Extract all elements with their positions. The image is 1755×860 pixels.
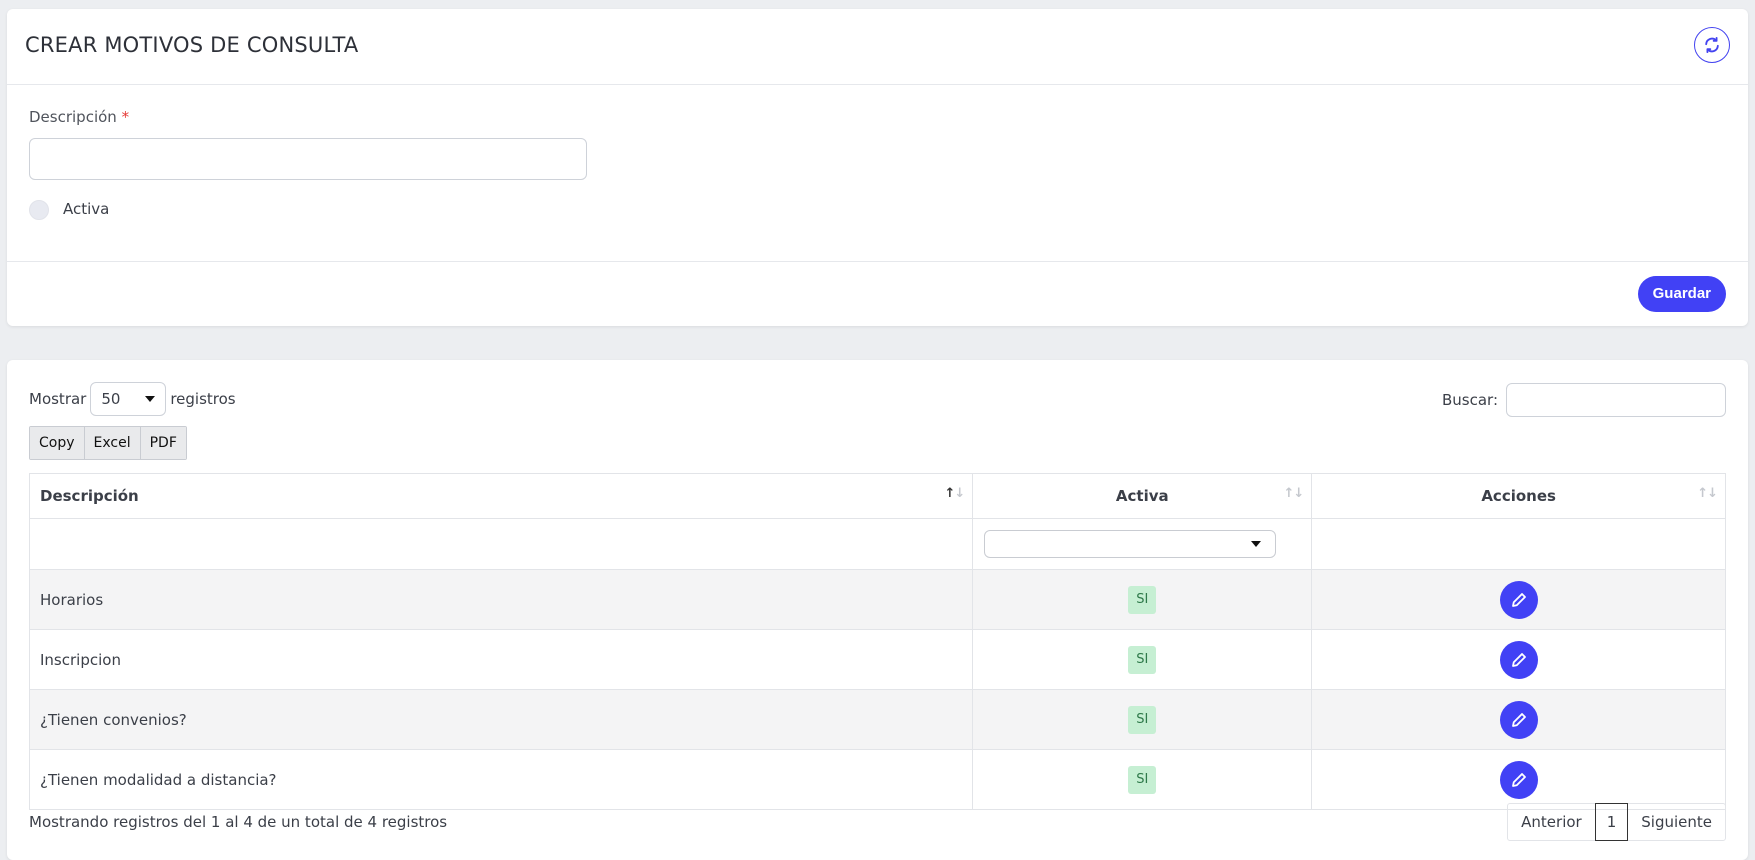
- table-row: ¿Tienen modalidad a distancia? SI: [28, 749, 1726, 810]
- chevron-down-icon: [145, 396, 156, 402]
- page-length-select[interactable]: 50: [90, 382, 167, 416]
- column-header-label: Descripción: [40, 487, 139, 505]
- column-header-activa[interactable]: Activa ↑↓: [972, 473, 1313, 519]
- status-badge: SI: [1128, 705, 1157, 734]
- refresh-button[interactable]: [1694, 27, 1730, 63]
- cell-activa: SI: [972, 569, 1313, 630]
- pencil-icon: [1511, 712, 1526, 727]
- filter-row: [28, 518, 1726, 570]
- description-label: Descripción *: [29, 108, 129, 126]
- cell-acciones: [1311, 629, 1726, 690]
- sort-icon: ↑↓: [1283, 486, 1304, 501]
- records-table-card: Mostrar 50 registros Buscar: Copy Excel …: [7, 360, 1748, 860]
- copy-button[interactable]: Copy: [30, 427, 85, 459]
- search-input[interactable]: [1506, 383, 1726, 417]
- active-checkbox-label: Activa: [63, 200, 110, 218]
- cell-acciones: [1311, 569, 1726, 630]
- table-row: Horarios SI: [28, 569, 1726, 630]
- pencil-icon: [1511, 772, 1526, 787]
- pencil-icon: [1511, 652, 1526, 667]
- table-row: ¿Tienen convenios? SI: [28, 689, 1726, 750]
- page-number-button[interactable]: 1: [1594, 803, 1629, 841]
- sort-asc-icon: ↑↓: [944, 486, 965, 501]
- cell-activa: SI: [972, 749, 1313, 810]
- refresh-icon: [1705, 37, 1719, 53]
- active-checkbox[interactable]: [29, 200, 49, 220]
- cell-descripcion: ¿Tienen convenios?: [28, 689, 974, 750]
- pencil-icon: [1511, 592, 1526, 607]
- cell-acciones: [1311, 689, 1726, 750]
- edit-button[interactable]: [1499, 640, 1538, 679]
- sort-icon: ↑↓: [1697, 486, 1718, 501]
- page-length-value: 50: [101, 390, 121, 408]
- table-info: Mostrando registros del 1 al 4 de un tot…: [29, 813, 448, 831]
- active-filter-select[interactable]: [984, 530, 1277, 558]
- filter-cell-empty: [28, 518, 974, 570]
- table-row: Inscripcion SI: [28, 629, 1726, 690]
- edit-button[interactable]: [1499, 760, 1538, 799]
- search-label: Buscar:: [1441, 391, 1498, 409]
- page-title: CREAR MOTIVOS DE CONSULTA: [25, 33, 359, 57]
- cell-descripcion: ¿Tienen modalidad a distancia?: [28, 749, 974, 810]
- excel-button[interactable]: Excel: [84, 427, 141, 459]
- column-header-label: Acciones: [1481, 487, 1556, 505]
- required-mark: *: [121, 108, 130, 126]
- next-page-button[interactable]: Siguiente: [1628, 804, 1725, 840]
- form-header: CREAR MOTIVOS DE CONSULTA: [7, 9, 1748, 85]
- status-badge: SI: [1128, 645, 1157, 674]
- column-header-acciones[interactable]: Acciones ↑↓: [1311, 473, 1726, 519]
- description-input[interactable]: [29, 138, 587, 180]
- save-button[interactable]: Guardar: [1637, 276, 1726, 312]
- records-table: Descripción ↑↓ Activa ↑↓ Acciones ↑↓ Hor…: [28, 473, 1726, 810]
- cell-activa: SI: [972, 629, 1313, 690]
- table-header-row: Descripción ↑↓ Activa ↑↓ Acciones ↑↓: [28, 473, 1726, 519]
- pdf-button[interactable]: PDF: [140, 427, 186, 459]
- show-suffix: registros: [170, 390, 236, 408]
- filter-cell-activa: [972, 518, 1313, 570]
- column-header-label: Activa: [1115, 487, 1169, 505]
- description-label-text: Descripción: [29, 108, 117, 126]
- prev-page-button[interactable]: Anterior: [1508, 804, 1595, 840]
- status-badge: SI: [1128, 765, 1157, 794]
- chevron-down-icon: [1251, 541, 1262, 547]
- export-buttons: Copy Excel PDF: [29, 426, 187, 460]
- form-footer-divider: [7, 261, 1748, 262]
- status-badge: SI: [1128, 585, 1157, 614]
- edit-button[interactable]: [1499, 700, 1538, 739]
- show-prefix: Mostrar: [29, 390, 87, 408]
- create-form-card: CREAR MOTIVOS DE CONSULTA Descripción * …: [7, 9, 1748, 326]
- cell-acciones: [1311, 749, 1726, 810]
- cell-descripcion: Horarios: [28, 569, 974, 630]
- search-control: Buscar:: [1442, 383, 1726, 417]
- column-header-descripcion[interactable]: Descripción ↑↓: [28, 473, 974, 519]
- edit-button[interactable]: [1499, 580, 1538, 619]
- pagination: Anterior 1 Siguiente: [1507, 803, 1726, 841]
- cell-descripcion: Inscripcion: [28, 629, 974, 690]
- cell-activa: SI: [972, 689, 1313, 750]
- page-length-control: Mostrar 50 registros: [29, 382, 236, 416]
- filter-cell-empty: [1311, 518, 1726, 570]
